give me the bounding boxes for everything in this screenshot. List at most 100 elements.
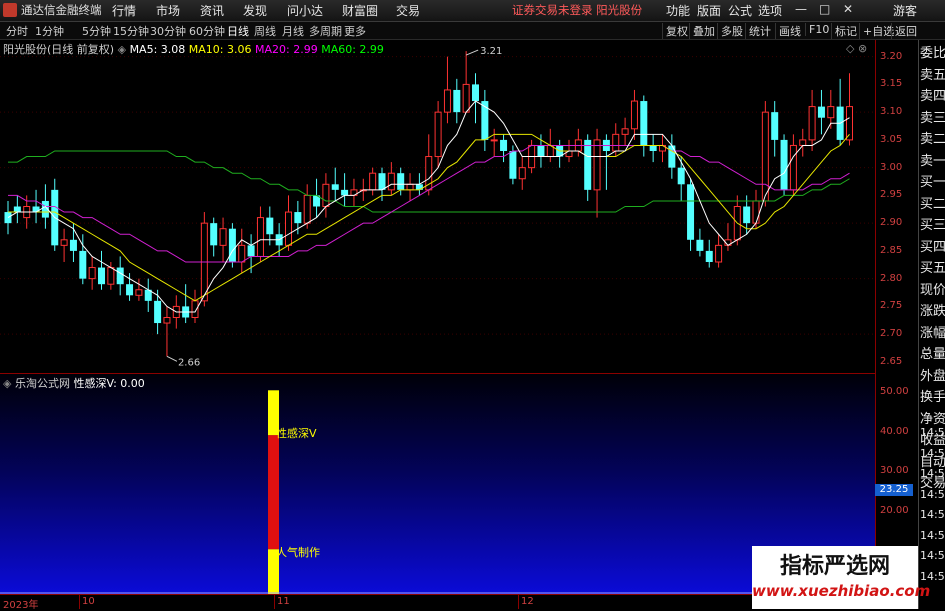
candle[interactable] xyxy=(135,278,143,301)
candle[interactable] xyxy=(481,89,489,151)
menu-hangqing[interactable]: 行情 xyxy=(112,2,136,19)
candle[interactable] xyxy=(677,156,685,201)
candle[interactable] xyxy=(500,134,508,163)
candle[interactable] xyxy=(668,134,676,179)
candle-body xyxy=(593,139,601,191)
menu-caifuquan[interactable]: 财富圈 xyxy=(342,2,378,19)
period-daily[interactable]: 日线 xyxy=(227,23,249,39)
candle[interactable] xyxy=(659,134,666,163)
period-1min[interactable]: 1分钟 xyxy=(35,23,64,39)
login-notice[interactable]: 证券交易未登录 阳光股份 xyxy=(512,2,642,18)
candle[interactable] xyxy=(434,101,442,168)
candle[interactable] xyxy=(13,195,21,224)
tool-huaxian[interactable]: 画线 xyxy=(775,23,804,39)
menu-jiaoyi[interactable]: 交易 xyxy=(396,2,420,19)
period-30min[interactable]: 30分钟 xyxy=(150,23,186,39)
collapse-icon[interactable]: ◇ ⊗ xyxy=(846,42,867,55)
candle[interactable] xyxy=(593,128,601,218)
candle[interactable] xyxy=(640,95,648,157)
candle-body xyxy=(761,111,769,202)
tool-back[interactable]: 返回 xyxy=(891,23,920,39)
minimize-icon[interactable]: — xyxy=(795,2,807,16)
candle[interactable] xyxy=(369,167,377,196)
candle[interactable] xyxy=(453,78,461,124)
candle[interactable] xyxy=(490,128,498,157)
menu-banmian[interactable]: 版面 xyxy=(697,2,721,19)
tool-fuquan[interactable]: 复权 xyxy=(662,23,691,39)
candle[interactable] xyxy=(182,284,190,324)
candle[interactable] xyxy=(219,217,227,262)
candle[interactable] xyxy=(472,73,479,124)
candle[interactable] xyxy=(154,289,162,335)
candle[interactable] xyxy=(228,223,236,268)
close-icon[interactable]: ✕ xyxy=(843,2,853,16)
candle[interactable] xyxy=(350,178,358,207)
price-chart[interactable]: 3.21 2.66 xyxy=(0,40,875,373)
candle[interactable] xyxy=(817,89,825,135)
menu-gongneng[interactable]: 功能 xyxy=(666,2,690,19)
candle[interactable] xyxy=(518,156,526,190)
menu-xuanxiang[interactable]: 选项 xyxy=(758,2,782,19)
period-60min[interactable]: 60分钟 xyxy=(189,23,225,39)
candle[interactable] xyxy=(724,223,732,251)
candle[interactable] xyxy=(32,189,40,224)
menu-wenxiaoda[interactable]: 问小达 xyxy=(287,2,323,19)
period-15min[interactable]: 15分钟 xyxy=(113,23,149,39)
candle[interactable] xyxy=(116,256,124,296)
candle[interactable] xyxy=(313,178,321,218)
candle[interactable] xyxy=(808,89,816,151)
maximize-icon[interactable]: □ xyxy=(819,2,830,16)
candle[interactable] xyxy=(556,139,564,168)
candle[interactable] xyxy=(630,89,638,140)
period-more[interactable]: 更多 xyxy=(344,23,366,39)
candle[interactable] xyxy=(621,117,629,146)
period-multi[interactable]: 多周期 xyxy=(309,23,342,39)
tool-f10[interactable]: F10 xyxy=(805,23,832,36)
candle[interactable] xyxy=(144,278,152,312)
candle[interactable] xyxy=(789,134,797,196)
candle[interactable] xyxy=(462,51,470,113)
candle[interactable] xyxy=(799,128,807,157)
candle[interactable] xyxy=(256,206,264,263)
period-weekly[interactable]: 周线 xyxy=(254,23,276,39)
menu-gongshi[interactable]: 公式 xyxy=(728,2,752,19)
candle[interactable] xyxy=(238,228,246,274)
tool-tongji[interactable]: 统计 xyxy=(745,23,774,39)
period-5min[interactable]: 5分钟 xyxy=(82,23,111,39)
candle[interactable] xyxy=(341,173,349,207)
candle[interactable] xyxy=(60,228,68,262)
candle[interactable] xyxy=(780,134,788,196)
candle[interactable] xyxy=(210,217,218,257)
menu-zixun[interactable]: 资讯 xyxy=(200,2,224,19)
candle[interactable] xyxy=(322,173,330,218)
guest-label[interactable]: 游客 xyxy=(893,2,917,19)
candle[interactable] xyxy=(771,101,779,157)
candle[interactable] xyxy=(285,195,292,251)
candle[interactable] xyxy=(715,234,723,268)
period-fenshi[interactable]: 分时 xyxy=(6,23,28,39)
quote-side-panel[interactable]: 委比 卖五 卖四 卖三 卖二 卖一 买一 买二 买三 买四 买五 现价 涨跌 涨幅 总量 外盘 换手 净资 收益 自动… xyxy=(918,40,945,609)
candle[interactable] xyxy=(331,167,339,201)
candle[interactable] xyxy=(836,78,844,146)
candle[interactable] xyxy=(425,134,433,196)
candle[interactable] xyxy=(705,239,713,268)
indicator-chart[interactable] xyxy=(0,374,875,594)
candle[interactable] xyxy=(602,134,610,190)
candle[interactable] xyxy=(163,306,171,357)
tool-biaoji[interactable]: 标记 xyxy=(831,23,860,39)
tool-diejia[interactable]: 叠加 xyxy=(689,23,718,39)
candle[interactable] xyxy=(687,178,695,251)
menu-faxian[interactable]: 发现 xyxy=(243,2,267,19)
candle[interactable] xyxy=(88,256,96,290)
period-monthly[interactable]: 月线 xyxy=(282,23,304,39)
tool-duogu[interactable]: 多股 xyxy=(717,23,746,39)
candle[interactable] xyxy=(98,250,105,290)
candle[interactable] xyxy=(443,56,451,124)
menu-shichang[interactable]: 市场 xyxy=(156,2,180,19)
candle[interactable] xyxy=(649,134,657,163)
candle[interactable] xyxy=(696,228,704,257)
candle[interactable] xyxy=(387,162,395,196)
candle[interactable] xyxy=(191,289,199,324)
candle[interactable] xyxy=(584,134,592,201)
candle[interactable] xyxy=(406,173,414,201)
